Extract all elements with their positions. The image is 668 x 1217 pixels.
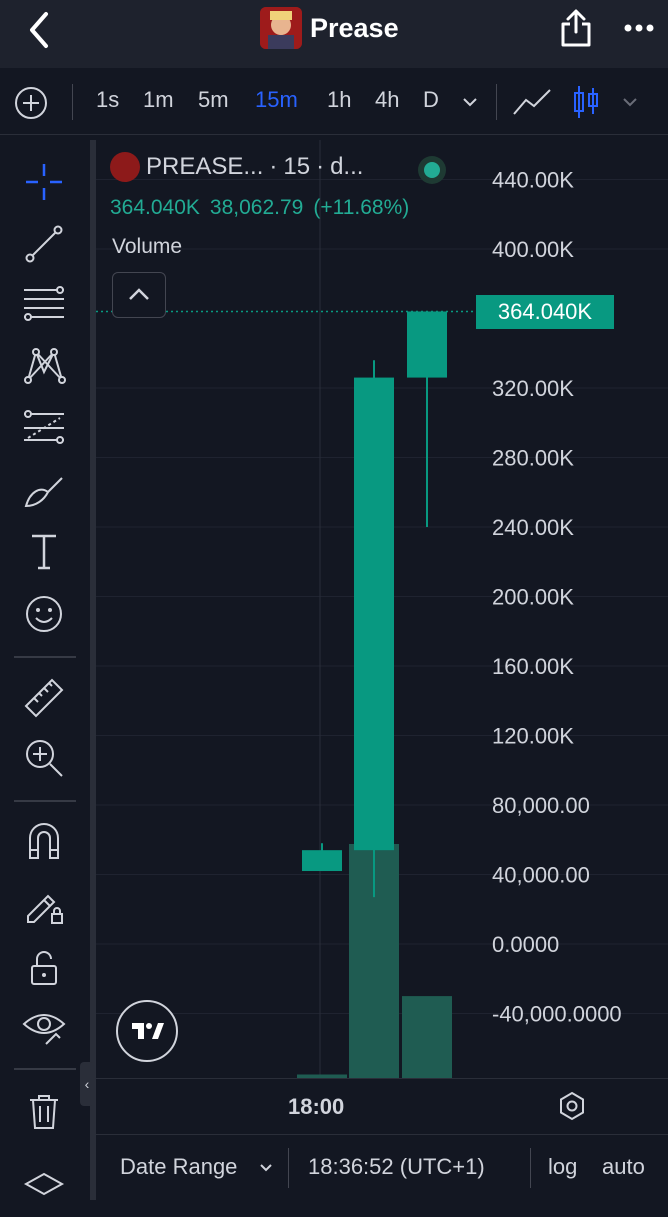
legend-price: 364.040K <box>110 196 200 219</box>
collapse-legend-button[interactable] <box>112 272 166 318</box>
y-tick-label: 200.00K <box>492 585 574 610</box>
log-scale-toggle[interactable]: log <box>548 1154 577 1180</box>
y-tick-label: 40,000.00 <box>492 863 590 888</box>
trash-icon[interactable] <box>22 1090 66 1134</box>
interval-1s[interactable]: 1s <box>96 87 119 113</box>
trend-line-icon[interactable] <box>22 222 66 266</box>
y-tick-label: 80,000.00 <box>492 793 590 818</box>
back-chevron-icon[interactable] <box>22 10 62 50</box>
y-tick-label: 0.0000 <box>492 932 559 957</box>
candles-chart-icon[interactable] <box>570 84 602 120</box>
lock-drawing-icon[interactable] <box>22 884 66 928</box>
footer-divider <box>288 1148 289 1188</box>
auto-scale-toggle[interactable]: auto <box>602 1154 645 1180</box>
y-tick-label: 240.00K <box>492 515 574 540</box>
interval-15m[interactable]: 15m <box>255 87 298 113</box>
y-tick-label: 440.00K <box>492 168 574 193</box>
collapse-toolbar-chevron-icon[interactable]: ‹ <box>80 1062 94 1106</box>
line-chart-icon[interactable] <box>512 86 552 118</box>
interval-4h[interactable]: 4h <box>375 87 399 113</box>
volume-label: Volume <box>112 235 183 258</box>
page-title: Prease <box>310 12 399 43</box>
interval-d[interactable]: D <box>423 87 439 113</box>
ruler-icon[interactable] <box>22 674 66 718</box>
share-icon[interactable] <box>558 8 594 48</box>
volume-bar <box>402 996 452 1078</box>
forecast-icon[interactable] <box>22 406 66 450</box>
y-tick-label: 120.00K <box>492 724 574 749</box>
last-price-tag: 364.040K <box>476 295 614 329</box>
legend-change-pct: (+11.68%) <box>313 196 410 219</box>
tool-divider <box>14 800 76 802</box>
magnet-icon[interactable] <box>22 820 66 864</box>
pattern-icon[interactable] <box>22 344 66 388</box>
x-tick-label: 18:00 <box>288 1094 345 1119</box>
chart-type-chevron-icon[interactable] <box>620 92 640 112</box>
interval-1h[interactable]: 1h <box>327 87 351 113</box>
token-avatar <box>260 7 302 49</box>
fib-retracement-icon[interactable] <box>22 282 66 326</box>
brush-icon[interactable] <box>22 470 66 514</box>
layers-icon[interactable] <box>22 1168 66 1212</box>
tradingview-logo-icon[interactable] <box>116 1000 178 1062</box>
zoom-in-icon[interactable] <box>22 736 66 780</box>
y-tick-label: 320.00K <box>492 376 574 401</box>
interval-dropdown-chevron-icon[interactable] <box>460 92 480 112</box>
candle-body <box>407 311 447 378</box>
text-icon[interactable] <box>22 530 66 574</box>
tool-divider <box>14 656 76 658</box>
footer-divider <box>96 1134 668 1135</box>
legend-separator: · <box>269 153 278 180</box>
legend-change: 38,062.79 <box>209 196 304 219</box>
toolbar-divider <box>72 84 73 120</box>
chevron-up-icon <box>129 288 149 300</box>
title-group: Prease <box>260 6 399 50</box>
date-range-chevron-icon[interactable] <box>258 1160 274 1176</box>
legend-interval: 15 <box>283 153 311 180</box>
emoji-icon[interactable] <box>22 592 66 636</box>
crosshair-icon[interactable] <box>22 160 66 204</box>
date-range-button[interactable]: Date Range <box>120 1154 237 1180</box>
y-tick-label: 160.00K <box>492 654 574 679</box>
legend-values: 364.040K 38,062.79 (+11.68%) <box>110 196 409 220</box>
candle-body <box>302 850 342 872</box>
legend-separator: · <box>316 153 325 180</box>
tool-divider <box>14 1068 76 1070</box>
interval-1m[interactable]: 1m <box>143 87 174 113</box>
eye-icon[interactable] <box>22 1004 66 1048</box>
legend-token-avatar <box>110 152 140 182</box>
market-status-dot-icon <box>418 156 446 184</box>
legend-source: d... <box>330 153 364 180</box>
footer-divider <box>530 1148 531 1188</box>
y-tick-label: -40,000.0000 <box>492 1002 622 1027</box>
y-tick-label: 400.00K <box>492 237 574 262</box>
clock-time[interactable]: 18:36:52 (UTC+1) <box>308 1154 485 1180</box>
more-dots-icon[interactable] <box>624 18 654 38</box>
y-tick-label: 280.00K <box>492 446 574 471</box>
candle-body <box>354 377 394 851</box>
unlock-icon[interactable] <box>22 946 66 990</box>
chart-settings-icon[interactable] <box>556 1090 588 1122</box>
toolbar-divider <box>496 84 497 120</box>
legend-symbol: PREASE... <box>146 153 264 180</box>
add-indicator-icon[interactable] <box>14 86 48 120</box>
interval-5m[interactable]: 5m <box>198 87 229 113</box>
x-axis-line <box>96 1078 668 1079</box>
chart-legend: PREASE... · 15 · d... <box>110 152 363 182</box>
